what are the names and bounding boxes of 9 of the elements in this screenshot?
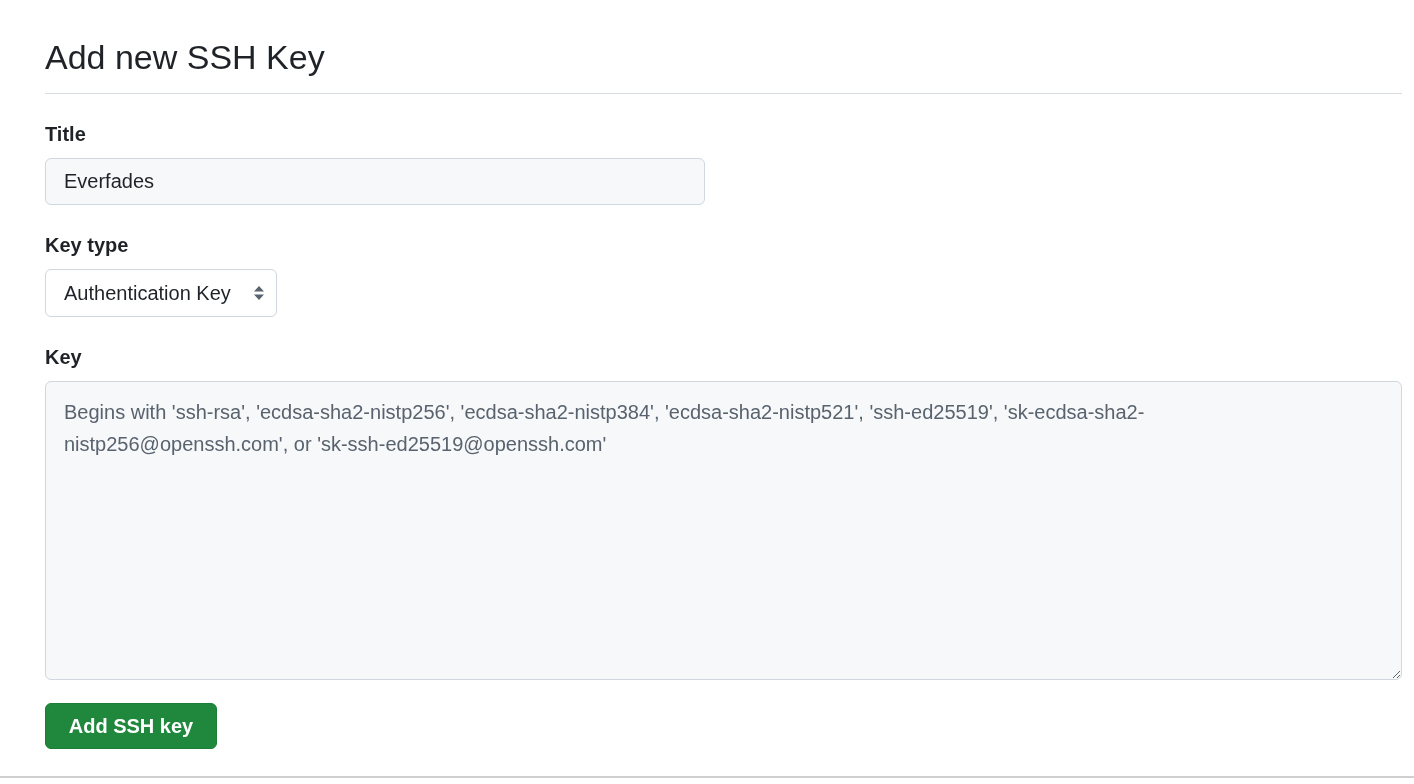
add-ssh-key-button[interactable]: Add SSH key xyxy=(45,703,217,749)
title-input[interactable]: Everfades xyxy=(45,158,705,205)
up-down-caret-icon xyxy=(254,286,264,300)
page-heading: Add new SSH Key xyxy=(45,37,326,77)
field-label: Key xyxy=(45,345,82,369)
field-label: Title xyxy=(45,122,86,146)
key-textarea[interactable]: Begins with 'ssh-rsa', 'ecdsa-sha2-nistp256', 'ecdsa-sha2-nistp384', 'ecdsa-sha2-nistp521', 'ssh-ed25519', 'sk-ecdsa-sha2-nistp256@openssh.com', or 'sk-ssh-ed25519@openssh.com' xyxy=(45,381,1402,680)
field-label: Key type xyxy=(45,233,129,257)
key-type-select[interactable]: Authentication Key xyxy=(45,269,277,317)
